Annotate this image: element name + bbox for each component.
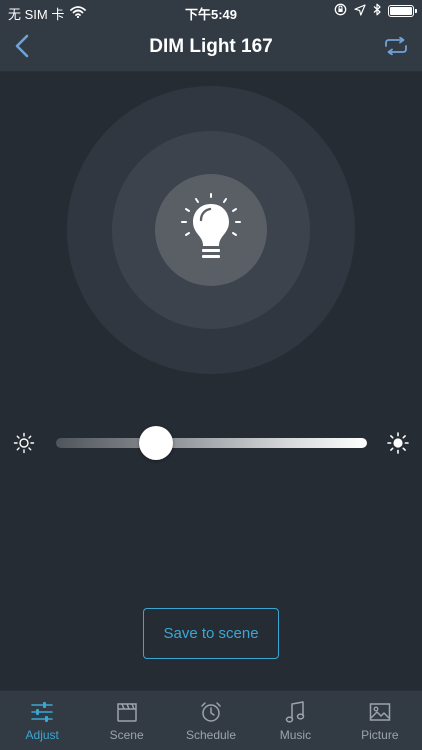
music-note-icon bbox=[282, 699, 308, 725]
tab-music[interactable]: Music bbox=[253, 691, 337, 750]
page-title: DIM Light 167 bbox=[149, 36, 273, 57]
alarm-clock-icon bbox=[198, 699, 224, 725]
nav-bar: DIM Light 167 bbox=[0, 24, 422, 72]
swap-icon bbox=[384, 36, 408, 60]
location-icon bbox=[354, 3, 366, 19]
tab-scene-label: Scene bbox=[109, 728, 144, 742]
swap-button[interactable] bbox=[382, 34, 410, 62]
tab-schedule[interactable]: Schedule bbox=[169, 691, 253, 750]
picture-icon bbox=[367, 699, 393, 725]
brightness-slider-thumb[interactable] bbox=[138, 426, 173, 460]
status-bar: 无 SIM 卡 下午5:49 bbox=[0, 0, 422, 24]
brightness-high-icon bbox=[387, 432, 409, 454]
light-control-rings bbox=[67, 86, 355, 374]
brightness-slider-row bbox=[0, 426, 422, 460]
tab-schedule-label: Schedule bbox=[185, 728, 237, 742]
bluetooth-icon bbox=[373, 3, 381, 19]
power-toggle-button[interactable] bbox=[155, 174, 267, 286]
battery-icon bbox=[388, 5, 417, 17]
tab-scene[interactable]: Scene bbox=[84, 691, 168, 750]
tab-music-label: Music bbox=[279, 728, 312, 742]
app-screen: 无 SIM 卡 下午5:49 DIM Light 167 Save to sce… bbox=[0, 0, 422, 750]
brightness-slider[interactable] bbox=[56, 426, 367, 460]
status-right bbox=[334, 3, 417, 19]
brightness-low-icon bbox=[13, 432, 35, 454]
tab-adjust-label: Adjust bbox=[25, 728, 59, 742]
tab-picture-label: Picture bbox=[361, 728, 399, 742]
rotation-lock-icon bbox=[334, 3, 347, 19]
save-to-scene-button[interactable]: Save to scene bbox=[143, 608, 279, 659]
sliders-icon bbox=[29, 699, 55, 725]
lightbulb-icon bbox=[179, 192, 243, 269]
tab-adjust[interactable]: Adjust bbox=[0, 691, 84, 750]
chevron-left-icon bbox=[14, 34, 30, 63]
clapperboard-icon bbox=[114, 699, 140, 725]
back-button[interactable] bbox=[6, 32, 38, 64]
tab-picture[interactable]: Picture bbox=[338, 691, 422, 750]
tab-bar: Adjust Scene Schedule Music Picture bbox=[0, 690, 422, 750]
